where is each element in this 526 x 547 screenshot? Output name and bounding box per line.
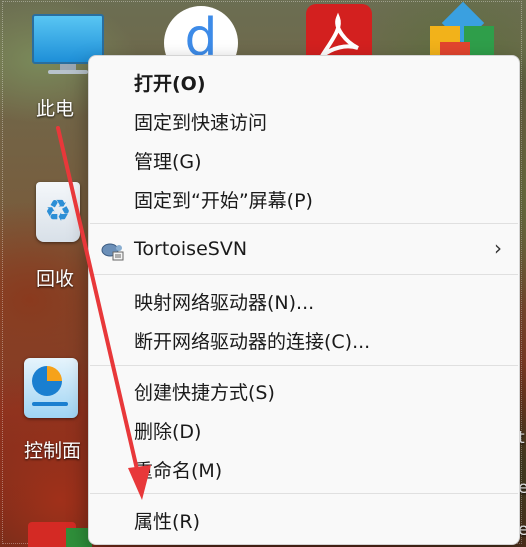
menu-item-delete[interactable]: 删除(D) (94, 411, 514, 449)
menu-item-label: 固定到“开始”屏幕(P) (134, 189, 313, 212)
menu-item-label: 断开网络驱动器的连接(C)... (134, 330, 371, 353)
context-menu: 打开(O) 固定到快速访问 管理(G) 固定到“开始”屏幕(P) Tortois… (88, 55, 520, 545)
menu-item-label: TortoiseSVN (134, 238, 248, 260)
menu-item-tortoisesvn[interactable]: TortoiseSVN › (94, 230, 514, 268)
recycle-bin-icon: ♻ (36, 182, 80, 242)
menu-item-label: 重命名(M) (134, 459, 223, 482)
control-panel-label: 控制面 (24, 440, 82, 462)
menu-separator (90, 223, 518, 224)
desktop: 此电 d ♻ 回收 控制面 t e e 打开(O) 固定到快速访问 管理(G) … (0, 0, 526, 547)
menu-separator (90, 365, 518, 366)
this-pc-label: 此电 (36, 98, 75, 120)
monitor-base (48, 70, 88, 74)
menu-item-label: 创建快捷方式(S) (134, 381, 275, 404)
menu-item-create-shortcut[interactable]: 创建快捷方式(S) (94, 372, 514, 410)
menu-item-pin-quick-access[interactable]: 固定到快速访问 (94, 102, 514, 140)
tortoise-svn-icon (99, 237, 125, 261)
menu-item-label: 固定到快速访问 (134, 111, 268, 134)
menu-item-properties[interactable]: 属性(R) (94, 501, 514, 539)
menu-separator (90, 493, 518, 494)
menu-item-manage[interactable]: 管理(G) (94, 141, 514, 179)
chevron-right-icon: › (494, 236, 502, 260)
menu-item-label: 打开(O) (134, 72, 206, 95)
menu-item-label: 管理(G) (134, 150, 202, 173)
recycle-bin-label: 回收 (36, 268, 75, 290)
menu-item-label: 删除(D) (134, 420, 202, 443)
menu-item-map-network-drive[interactable]: 映射网络驱动器(N)... (94, 282, 514, 320)
menu-item-disconnect-network-drive[interactable]: 断开网络驱动器的连接(C)... (94, 321, 514, 359)
menu-item-label: 属性(R) (134, 510, 201, 533)
menu-separator (90, 274, 518, 275)
control-panel-icon (24, 358, 78, 418)
menu-item-label: 映射网络驱动器(N)... (134, 291, 315, 314)
menu-item-pin-start[interactable]: 固定到“开始”屏幕(P) (94, 180, 514, 218)
menu-item-rename[interactable]: 重命名(M) (94, 450, 514, 488)
menu-item-open[interactable]: 打开(O) (94, 63, 514, 101)
